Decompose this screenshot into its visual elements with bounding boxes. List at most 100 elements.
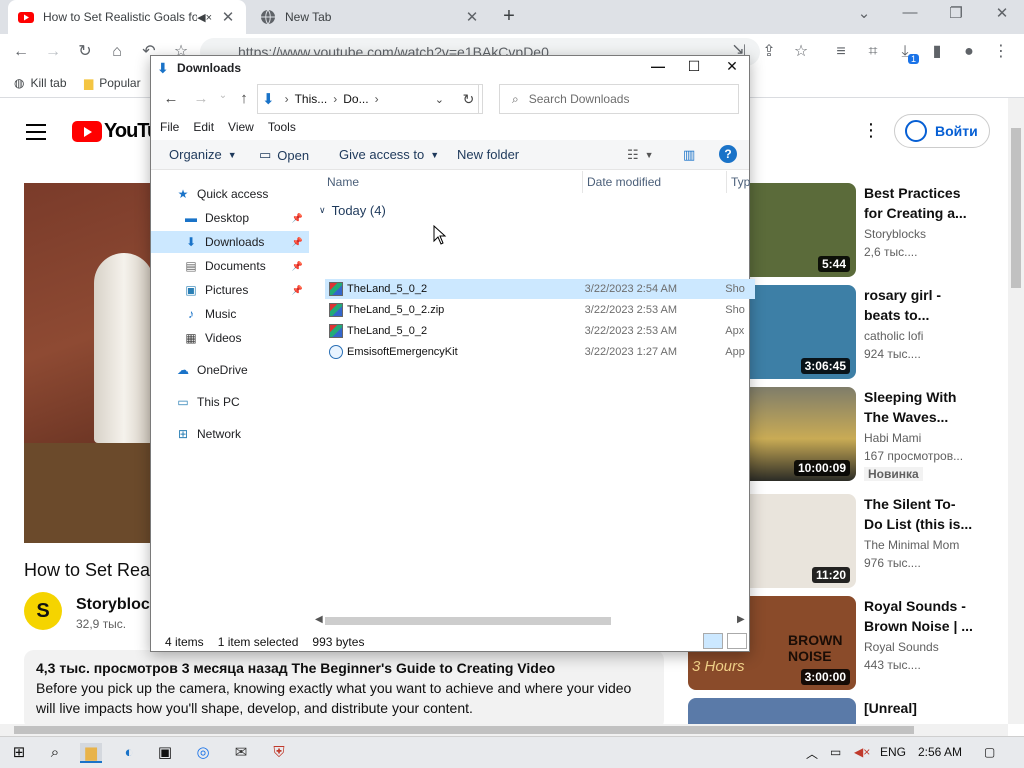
language-indicator[interactable]: ENG xyxy=(880,745,906,759)
tray-overflow-icon[interactable]: ︿ xyxy=(806,745,818,762)
column-header-date[interactable]: Date modified xyxy=(587,175,661,189)
column-divider[interactable] xyxy=(582,171,583,193)
back-icon[interactable]: ← xyxy=(161,90,181,107)
horizontal-scrollbar[interactable] xyxy=(0,724,1008,736)
network-tray-icon[interactable]: ▭ xyxy=(830,745,841,759)
scroll-right-icon[interactable]: ▶ xyxy=(737,614,745,625)
tree-item-this-pc[interactable]: ▭ This PC xyxy=(151,391,309,413)
search-icon[interactable]: ⌕ xyxy=(44,743,66,763)
tree-item-music[interactable]: ♪ Music xyxy=(151,303,309,325)
tree-item-desktop[interactable]: ▬ Desktop 📌 xyxy=(151,207,309,229)
signin-button[interactable]: Войти xyxy=(894,114,990,148)
scrollbar-thumb[interactable] xyxy=(14,726,914,734)
new-tab-button[interactable]: + xyxy=(498,5,520,27)
file-row[interactable]: TheLand_5_0_2 3/22/2023 2:53 AM Apx xyxy=(325,321,755,341)
media-icon[interactable]: ≡ xyxy=(830,41,852,63)
notifications-icon[interactable]: ▢ xyxy=(984,745,995,759)
organize-button[interactable]: Organize ▼ xyxy=(169,147,237,162)
group-header-today[interactable]: ∨ Today (4) xyxy=(319,203,386,218)
refresh-button[interactable]: ↻ xyxy=(455,84,483,114)
column-divider[interactable] xyxy=(726,171,727,193)
crop-icon[interactable]: ⌗ xyxy=(862,41,884,63)
scroll-left-icon[interactable]: ◀ xyxy=(315,614,323,625)
search-input[interactable]: ⌕ Search Downloads xyxy=(499,84,739,114)
file-row[interactable]: TheLand_5_0_2.zip 3/22/2023 2:53 AM Sho xyxy=(325,300,755,320)
chrome-icon[interactable]: ◎ xyxy=(192,743,214,763)
address-dropdown-icon[interactable]: ⌄ xyxy=(435,93,444,106)
tab-search-icon[interactable]: ⌄ xyxy=(852,4,876,22)
close-window-icon[interactable]: ✕ xyxy=(990,4,1014,22)
file-row[interactable]: TheLand_5_0_2 3/22/2023 2:54 AM Sho xyxy=(325,279,755,299)
side-panel-icon[interactable]: ▮ xyxy=(926,41,948,63)
menu-hamburger-icon[interactable] xyxy=(26,124,46,145)
tree-item-quick-access[interactable]: ★ Quick access xyxy=(151,183,309,205)
tree-item-videos[interactable]: ▦ Videos xyxy=(151,327,309,349)
profile-icon[interactable]: ● xyxy=(958,41,980,63)
channel-name[interactable]: Storyblock xyxy=(76,596,159,614)
file-explorer-icon[interactable]: ▆ xyxy=(80,743,102,763)
more-options-icon[interactable]: ⋮ xyxy=(862,120,880,141)
tab-new-tab[interactable]: New Tab ✕ xyxy=(250,0,490,34)
forward-icon[interactable]: → xyxy=(42,41,64,63)
scrollbar-thumb[interactable] xyxy=(1011,128,1021,288)
up-icon[interactable]: ↑ xyxy=(234,90,254,107)
menu-view[interactable]: View xyxy=(228,120,254,140)
new-folder-button[interactable]: New folder xyxy=(457,147,519,162)
menu-edit[interactable]: Edit xyxy=(193,120,214,140)
view-options-icon[interactable]: ☷ ▼ xyxy=(627,147,654,163)
channel-avatar[interactable]: S xyxy=(24,592,62,630)
tree-item-downloads[interactable]: ⬇ Downloads 📌 xyxy=(151,231,309,253)
tree-item-pictures[interactable]: ▣ Pictures 📌 xyxy=(151,279,309,301)
desktop-icon: ▬ xyxy=(185,211,197,225)
clock[interactable]: 2:56 AM xyxy=(918,745,962,759)
recommended-video[interactable]: [Unreal] xyxy=(688,698,988,724)
give-access-button[interactable]: Give access to ▼ xyxy=(339,147,439,162)
column-header-type[interactable]: Typ xyxy=(731,175,750,189)
maximize-icon[interactable]: ☐ xyxy=(679,58,709,75)
mute-icon[interactable]: ◀× xyxy=(197,11,212,24)
close-tab-icon[interactable]: ✕ xyxy=(464,8,480,26)
scrollbar-thumb[interactable] xyxy=(325,617,611,625)
start-icon[interactable]: ⊞ xyxy=(8,743,30,763)
explorer-titlebar[interactable]: ⬇ Downloads — ☐ ✕ xyxy=(151,56,749,80)
menu-file[interactable]: File xyxy=(160,120,179,140)
breadcrumb-this-pc[interactable]: This... xyxy=(295,92,328,106)
edge-icon[interactable]: ◐ xyxy=(118,743,140,763)
reload-icon[interactable]: ↻ xyxy=(74,41,96,63)
page-scrollbar[interactable] xyxy=(1008,98,1024,724)
tree-item-documents[interactable]: ▤ Documents 📌 xyxy=(151,255,309,277)
restore-icon[interactable]: ❐ xyxy=(944,4,968,22)
tab-youtube[interactable]: How to Set Realistic Goals for Y ◀× ✕ xyxy=(8,0,246,34)
recent-dropdown-icon[interactable]: ⌄ xyxy=(213,90,233,101)
minimize-icon[interactable]: — xyxy=(643,58,673,74)
preview-pane-icon[interactable]: ▥ xyxy=(683,147,695,163)
bookmark-kill-tab[interactable]: ◍ Kill tab xyxy=(14,76,67,90)
column-header-name[interactable]: Name xyxy=(327,175,359,189)
home-icon[interactable]: ⌂ xyxy=(106,41,128,63)
share-icon[interactable]: ⇪ xyxy=(758,41,780,63)
file-list-scrollbar[interactable]: ◀ ▶ xyxy=(313,613,749,629)
bookmark-popular[interactable]: ▆ Popular xyxy=(84,76,141,90)
volume-muted-icon[interactable]: ◀× xyxy=(854,745,870,759)
open-button[interactable]: ▭ Open xyxy=(259,147,309,163)
address-bar[interactable]: ⬇ › This... › Do... › ⌄ xyxy=(257,84,479,114)
large-icons-view-icon[interactable] xyxy=(727,633,747,649)
breadcrumb-downloads[interactable]: Do... xyxy=(343,92,368,106)
minimize-icon[interactable]: — xyxy=(898,4,922,21)
video-description[interactable]: 4,3 тыс. просмотров 3 месяца назад The B… xyxy=(24,650,664,724)
mail-icon[interactable]: ✉ xyxy=(230,743,252,763)
menu-tools[interactable]: Tools xyxy=(268,120,296,140)
back-icon[interactable]: ← xyxy=(10,41,32,63)
store-icon[interactable]: ▣ xyxy=(154,743,176,763)
menu-dots-icon[interactable]: ⋮ xyxy=(990,41,1012,63)
forward-icon[interactable]: → xyxy=(191,90,211,107)
star-icon[interactable]: ☆ xyxy=(790,41,812,63)
file-row[interactable]: EmsisoftEmergencyKit 3/22/2023 1:27 AM A… xyxy=(325,342,755,362)
tree-item-network[interactable]: ⊞ Network xyxy=(151,423,309,445)
details-view-icon[interactable] xyxy=(703,633,723,649)
close-tab-icon[interactable]: ✕ xyxy=(220,8,236,26)
tree-item-onedrive[interactable]: ☁ OneDrive xyxy=(151,359,309,381)
close-icon[interactable]: ✕ xyxy=(717,58,747,75)
help-icon[interactable]: ? xyxy=(719,145,737,163)
shield-app-icon[interactable]: ⛨ xyxy=(268,743,290,763)
